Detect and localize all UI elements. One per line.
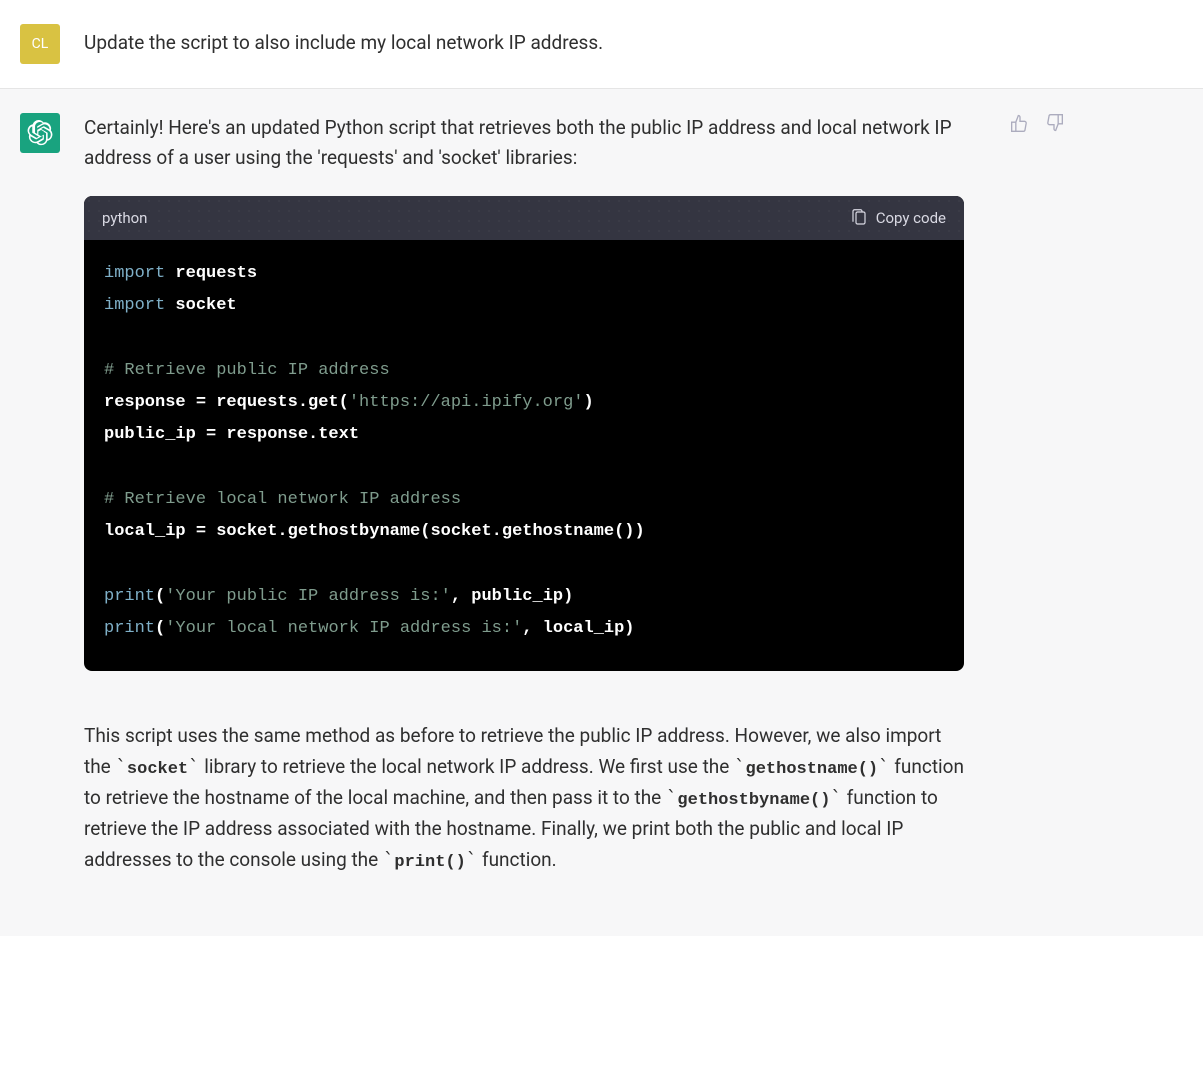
thumbs-down-icon xyxy=(1044,113,1064,133)
code-language-label: python xyxy=(102,206,147,230)
inline-code-print: print() xyxy=(394,853,465,872)
code-block: python Copy code import requests import … xyxy=(84,196,964,672)
code-header: python Copy code xyxy=(84,196,964,240)
copy-code-label: Copy code xyxy=(876,206,946,230)
assistant-avatar xyxy=(20,113,60,153)
thumbs-up-button[interactable] xyxy=(1010,113,1030,133)
user-avatar: CL xyxy=(20,24,60,64)
assistant-explanation: This script uses the same method as befo… xyxy=(84,721,964,875)
clipboard-icon xyxy=(850,209,868,227)
code-content: import requests import socket # Retrieve… xyxy=(84,240,964,672)
feedback-controls xyxy=(1010,113,1064,133)
inline-code-gethostbyname: gethostbyname() xyxy=(677,791,830,810)
thumbs-down-button[interactable] xyxy=(1044,113,1064,133)
inline-code-socket: socket xyxy=(127,760,188,779)
copy-code-button[interactable]: Copy code xyxy=(850,206,946,230)
inline-code-gethostname: gethostname() xyxy=(746,760,879,779)
user-message-text: Update the script to also include my loc… xyxy=(84,24,1024,64)
assistant-intro-text: Certainly! Here's an updated Python scri… xyxy=(84,113,964,174)
openai-logo-icon xyxy=(27,120,53,146)
assistant-content: Certainly! Here's an updated Python scri… xyxy=(84,113,1024,876)
user-avatar-initials: CL xyxy=(32,33,49,55)
thumbs-up-icon xyxy=(1010,113,1030,133)
user-message: CL Update the script to also include my … xyxy=(0,0,1203,89)
assistant-message: Certainly! Here's an updated Python scri… xyxy=(0,89,1203,936)
